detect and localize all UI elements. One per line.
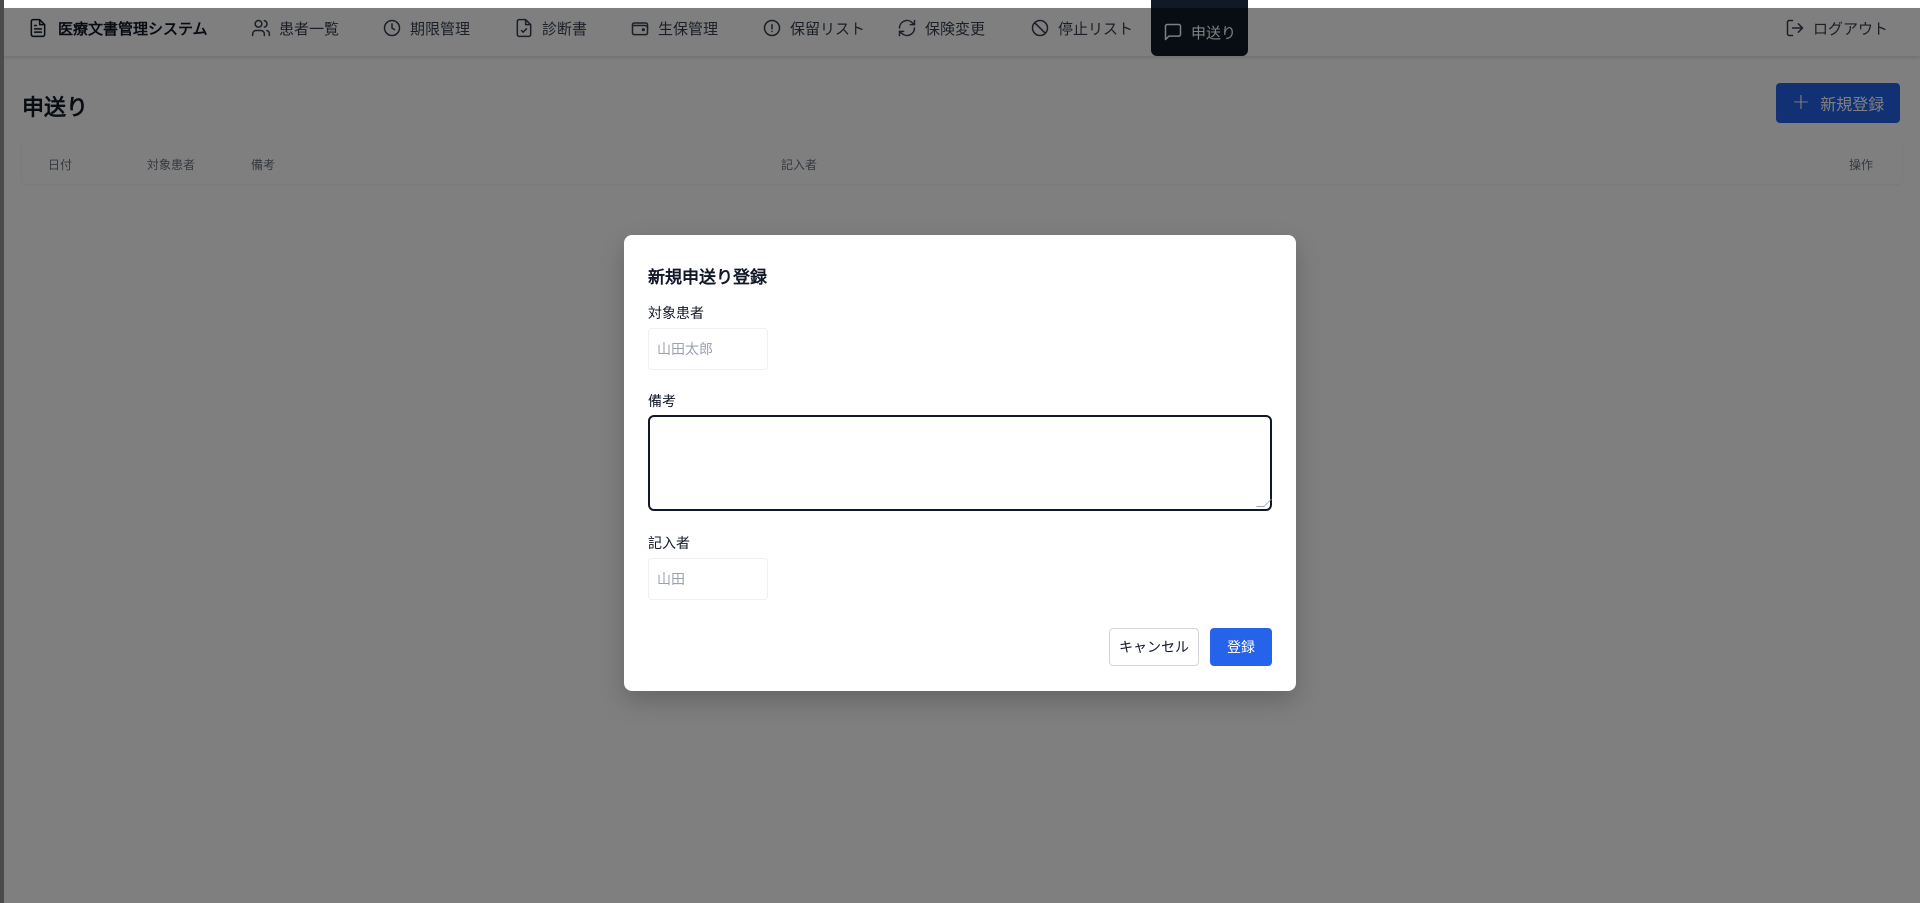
note-textarea[interactable] — [648, 415, 1272, 511]
patient-input[interactable]: 山田太郎 — [648, 328, 768, 370]
writer-input[interactable]: 山田 — [648, 558, 768, 600]
submit-button[interactable]: 登録 — [1210, 628, 1272, 666]
patient-placeholder: 山田太郎 — [657, 342, 713, 358]
patient-label: 対象患者 — [648, 306, 704, 322]
cancel-button[interactable]: キャンセル — [1109, 628, 1199, 666]
resize-handle-icon[interactable] — [1256, 499, 1272, 507]
new-handover-dialog: 新規申送り登録 対象患者 山田太郎 備考 記入者 山田 キャンセル 登録 — [624, 235, 1296, 691]
dialog-title: 新規申送り登録 — [648, 268, 767, 288]
note-label: 備考 — [648, 394, 676, 410]
writer-label: 記入者 — [648, 536, 690, 552]
writer-placeholder: 山田 — [657, 572, 685, 588]
